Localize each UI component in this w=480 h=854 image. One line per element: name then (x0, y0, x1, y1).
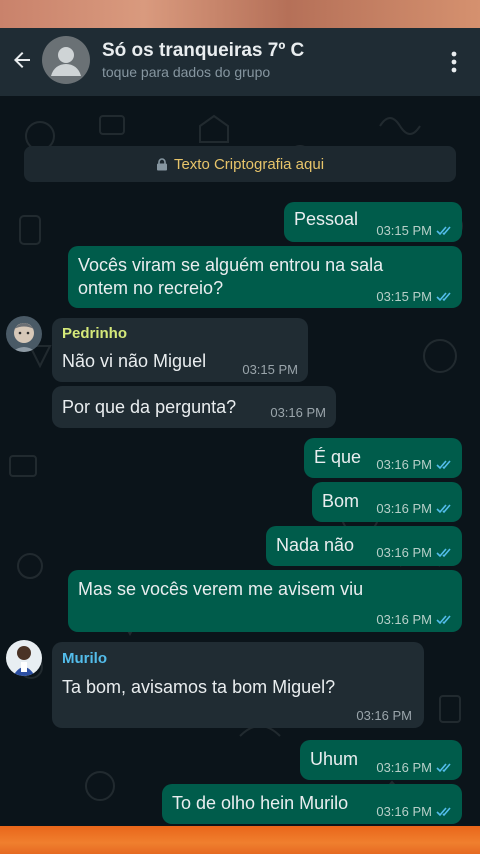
double-check-icon (436, 807, 451, 817)
group-subtitle[interactable]: toque para dados do grupo (102, 64, 270, 80)
message-text: Ta bom, avisamos ta bom Miguel? (62, 677, 336, 697)
message-text: Mas se vocês verem me avisem viu (78, 579, 364, 599)
message-incoming[interactable]: Pedrinho Não vi não Miguel 03:15 PM (52, 318, 308, 382)
chat-header[interactable]: Só os tranqueiras 7º C toque para dados … (0, 28, 480, 96)
double-check-icon (436, 292, 451, 302)
message-outgoing[interactable]: É que 03:16 PM (304, 438, 462, 478)
message-incoming[interactable]: Murilo Ta bom, avisamos ta bom Miguel? 0… (52, 642, 424, 728)
message-outgoing[interactable]: Pessoal 03:15 PM (284, 202, 462, 242)
bottom-banner-background (0, 826, 480, 854)
chat-area[interactable]: Texto Criptografia aqui Pessoal 03:15 PM… (0, 96, 480, 826)
message-time: 03:15 PM (376, 289, 454, 304)
message-outgoing[interactable]: To de olho hein Murilo 03:16 PM (162, 784, 462, 824)
message-text-line: Vocês viram se alguém entrou na sala (78, 255, 384, 275)
avatar-murilo[interactable] (6, 640, 42, 676)
double-check-icon (436, 763, 451, 773)
message-time: 03:16 PM (376, 501, 454, 516)
avatar-pedrinho[interactable] (6, 316, 42, 352)
double-check-icon (436, 615, 451, 625)
double-check-icon (436, 460, 451, 470)
message-text: Nada não (276, 535, 355, 555)
message-incoming[interactable]: Por que da pergunta? 03:16 PM (52, 386, 336, 428)
message-time: 03:15 PM (376, 223, 454, 238)
encryption-notice-text: Texto Criptografia aqui (173, 155, 325, 173)
sender-name[interactable]: Murilo (62, 650, 107, 667)
message-outgoing[interactable]: Bom 03:16 PM (312, 482, 462, 522)
encryption-notice[interactable]: Texto Criptografia aqui (24, 146, 456, 182)
message-text: Bom (322, 491, 360, 511)
message-time: 03:16 PM (376, 457, 454, 472)
message-time: 03:16 PM (376, 760, 454, 775)
sender-name[interactable]: Pedrinho (62, 325, 127, 342)
message-text: Não vi não Miguel (62, 351, 207, 371)
message-time: 03:16 PM (376, 545, 454, 560)
message-text: Uhum (310, 749, 359, 769)
message-text: Por que da pergunta? (62, 397, 237, 417)
message-text: Pessoal (294, 209, 359, 229)
message-text: É que (314, 447, 362, 467)
message-time: 03:16 PM (270, 405, 326, 420)
message-outgoing[interactable]: Vocês viram se alguém entrou na sala ont… (68, 246, 462, 308)
message-outgoing[interactable]: Nada não 03:16 PM (266, 526, 462, 566)
message-time: 03:16 PM (356, 708, 412, 723)
double-check-icon (436, 548, 451, 558)
message-outgoing[interactable]: Uhum 03:16 PM (300, 740, 462, 780)
lock-icon (156, 157, 167, 170)
double-check-icon (436, 504, 451, 514)
status-bar-background (0, 0, 480, 28)
message-time: 03:15 PM (242, 362, 298, 377)
message-time: 03:16 PM (376, 804, 454, 819)
arrow-left-icon[interactable] (10, 48, 34, 72)
double-check-icon (436, 226, 451, 236)
more-vertical-icon[interactable] (444, 48, 464, 76)
message-text: To de olho hein Murilo (172, 793, 349, 813)
message-time: 03:16 PM (376, 612, 454, 627)
message-text-line: ontem no recreio? (78, 278, 224, 298)
message-outgoing[interactable]: Mas se vocês verem me avisem viu 03:16 P… (68, 570, 462, 632)
group-title[interactable]: Só os tranqueiras 7º C (102, 40, 304, 62)
group-avatar-icon[interactable] (42, 36, 90, 84)
